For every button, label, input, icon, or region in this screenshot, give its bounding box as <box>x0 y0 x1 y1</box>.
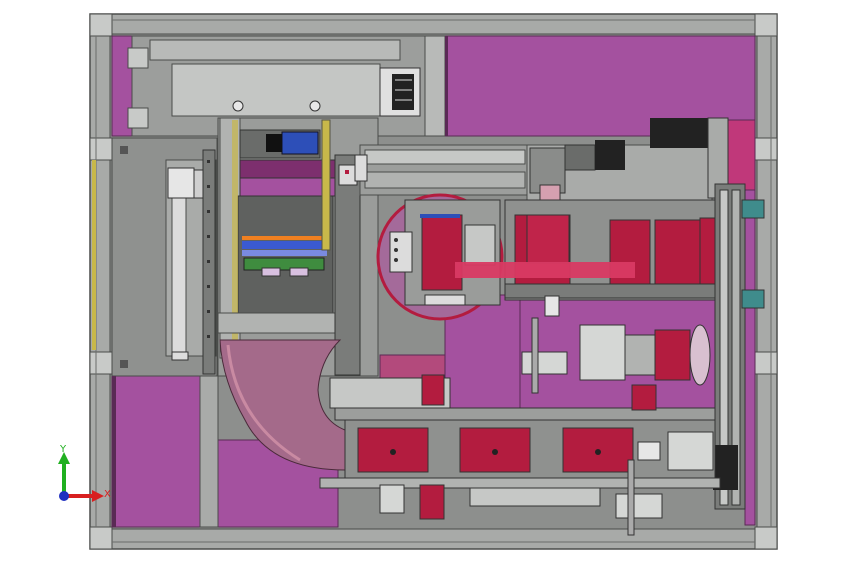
center-column <box>217 117 379 377</box>
y-axis-label: Y <box>59 444 67 455</box>
x-axis-label: X <box>104 489 111 500</box>
cad-viewport[interactable]: Y X <box>0 0 867 562</box>
turntable <box>376 193 504 321</box>
left-linear-module <box>111 137 218 377</box>
origin-dot <box>59 491 69 501</box>
